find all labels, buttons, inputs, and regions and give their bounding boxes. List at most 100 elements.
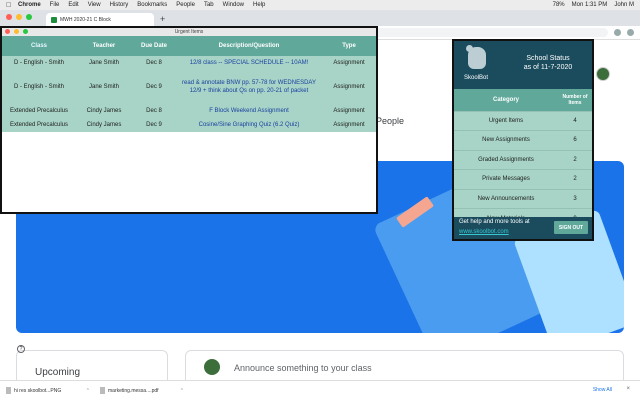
- status-category[interactable]: New Assignments: [454, 130, 558, 150]
- cell-type: Assignment: [322, 70, 376, 104]
- table-row[interactable]: Extended Precalculus Cindy James Dec 8 F…: [2, 104, 376, 118]
- download-item[interactable]: hi res skoolbot...PNG ⌃: [6, 387, 90, 394]
- menu-help[interactable]: Help: [253, 2, 265, 8]
- maximize-window-button[interactable]: [23, 29, 28, 34]
- skoolbot-link[interactable]: www.skoolbot.com: [459, 229, 509, 235]
- download-filename: marketing.messa....pdf: [108, 387, 159, 394]
- menu-history[interactable]: History: [110, 2, 129, 8]
- close-window-button[interactable]: [6, 14, 12, 20]
- extension-icon[interactable]: [614, 29, 621, 36]
- status-row[interactable]: New Assignments 6: [454, 130, 592, 150]
- urgent-window-title: Urgent Items: [174, 29, 204, 35]
- skoolbot-logo-icon: SkoolBot: [460, 45, 492, 83]
- urgent-items-table: Class Teacher Due Date Description/Quest…: [2, 36, 376, 132]
- status-category[interactable]: Urgent Items: [454, 110, 558, 131]
- upcoming-title: Upcoming: [35, 367, 81, 378]
- menu-chrome[interactable]: Chrome: [18, 2, 41, 8]
- help-text: Get help and more tools at: [459, 219, 530, 225]
- chevron-up-icon[interactable]: ⌃: [86, 388, 90, 394]
- column-header-category: Category: [454, 89, 558, 111]
- browser-tab[interactable]: MWH 2020-21 C Block: [46, 13, 154, 26]
- cell-description[interactable]: Cosine/Sine Graphing Quiz (6.2 Quiz): [176, 118, 322, 132]
- menu-edit[interactable]: Edit: [68, 2, 78, 8]
- status-count: 2: [558, 149, 592, 170]
- show-all-button[interactable]: Show All: [593, 387, 612, 393]
- classroom-favicon-icon: [51, 16, 57, 23]
- user-name[interactable]: John M: [614, 2, 634, 8]
- sign-out-button[interactable]: SIGN OUT: [554, 221, 588, 234]
- cell-class: D - English - Smith: [2, 56, 76, 70]
- column-header-class[interactable]: Class: [2, 36, 76, 56]
- status-header: SkoolBot School Status as of 11-7-2020: [454, 41, 592, 89]
- apple-icon[interactable]: : [6, 2, 14, 9]
- new-tab-button[interactable]: +: [160, 14, 165, 24]
- battery-level[interactable]: 78%: [553, 2, 565, 8]
- maximize-window-button[interactable]: [26, 14, 32, 20]
- status-count: 3: [558, 188, 592, 209]
- cell-class: Extended Precalculus: [2, 118, 76, 132]
- status-count: 2: [558, 169, 592, 189]
- table-row[interactable]: D - English - Smith Jane Smith Dec 8 12/…: [2, 56, 376, 70]
- column-header-due-date[interactable]: Due Date: [132, 36, 176, 56]
- chevron-up-icon[interactable]: ⌃: [180, 388, 184, 394]
- table-row[interactable]: Extended Precalculus Cindy James Dec 9 C…: [2, 118, 376, 132]
- close-icon[interactable]: ×: [626, 386, 630, 392]
- announce-input[interactable]: Announce something to your class: [234, 363, 372, 373]
- cell-due-date: Dec 9: [132, 70, 176, 104]
- file-icon: [6, 387, 11, 394]
- download-item[interactable]: marketing.messa....pdf ⌃: [100, 387, 184, 394]
- status-area: 78% Mon 1:31 PM John M: [553, 0, 634, 10]
- clock[interactable]: Mon 1:31 PM: [572, 2, 608, 8]
- cell-description[interactable]: F Block Weekend Assignment: [176, 104, 322, 118]
- download-bar: hi res skoolbot...PNG ⌃ marketing.messa.…: [0, 380, 640, 400]
- status-category[interactable]: Private Messages: [454, 169, 558, 189]
- menu-tab[interactable]: Tab: [204, 2, 214, 8]
- cell-class: D - English - Smith: [2, 70, 76, 104]
- menu-bookmarks[interactable]: Bookmarks: [137, 2, 167, 8]
- menu-window[interactable]: Window: [223, 2, 244, 8]
- table-row[interactable]: D - English - Smith Jane Smith Dec 9 rea…: [2, 70, 376, 104]
- mac-menu-bar:  Chrome File Edit View History Bookmark…: [0, 0, 640, 10]
- cell-teacher: Jane Smith: [76, 70, 132, 104]
- cell-type: Assignment: [322, 118, 376, 132]
- status-footer: Get help and more tools at www.skoolbot.…: [454, 217, 592, 239]
- status-category[interactable]: New Announcements: [454, 188, 558, 209]
- cell-description[interactable]: read & annotate BNW pp. 57-78 for WEDNES…: [176, 70, 322, 104]
- cell-type: Assignment: [322, 56, 376, 70]
- close-window-button[interactable]: [5, 29, 10, 34]
- status-category[interactable]: Graded Assignments: [454, 149, 558, 170]
- status-row[interactable]: Urgent Items 4: [454, 110, 592, 131]
- column-header-description[interactable]: Description/Question: [176, 36, 322, 56]
- people-tab[interactable]: People: [376, 116, 404, 126]
- menu-file[interactable]: File: [50, 2, 60, 8]
- school-status-popup: SkoolBot School Status as of 11-7-2020 C…: [452, 39, 594, 241]
- cell-due-date: Dec 9: [132, 118, 176, 132]
- account-avatar[interactable]: [596, 67, 610, 81]
- column-header-type[interactable]: Type: [322, 36, 376, 56]
- file-icon: [100, 387, 105, 394]
- logo-mascot: [468, 47, 486, 69]
- urgent-titlebar[interactable]: Urgent Items: [2, 28, 376, 36]
- status-count: 4: [558, 110, 592, 131]
- status-count: 6: [558, 130, 592, 150]
- column-header-teacher[interactable]: Teacher: [76, 36, 132, 56]
- status-row[interactable]: Private Messages 2: [454, 169, 592, 189]
- cell-type: Assignment: [322, 104, 376, 118]
- profile-icon[interactable]: [627, 29, 634, 36]
- cell-due-date: Dec 8: [132, 104, 176, 118]
- minimize-window-button[interactable]: [14, 29, 19, 34]
- download-filename: hi res skoolbot...PNG: [14, 387, 62, 394]
- help-icon[interactable]: ?: [17, 345, 25, 353]
- status-row[interactable]: Graded Assignments 2: [454, 149, 592, 170]
- window-controls: [6, 14, 32, 20]
- tab-strip: MWH 2020-21 C Block +: [0, 10, 640, 26]
- cell-description[interactable]: 12/8 class -- SPECIAL SCHEDULE -- 10AM!: [176, 56, 322, 70]
- cell-teacher: Cindy James: [76, 118, 132, 132]
- window-controls: [5, 29, 28, 34]
- status-row[interactable]: New Announcements 3: [454, 188, 592, 209]
- cell-due-date: Dec 8: [132, 56, 176, 70]
- menu-view[interactable]: View: [88, 2, 101, 8]
- cell-class: Extended Precalculus: [2, 104, 76, 118]
- menu-people[interactable]: People: [176, 2, 195, 8]
- minimize-window-button[interactable]: [16, 14, 22, 20]
